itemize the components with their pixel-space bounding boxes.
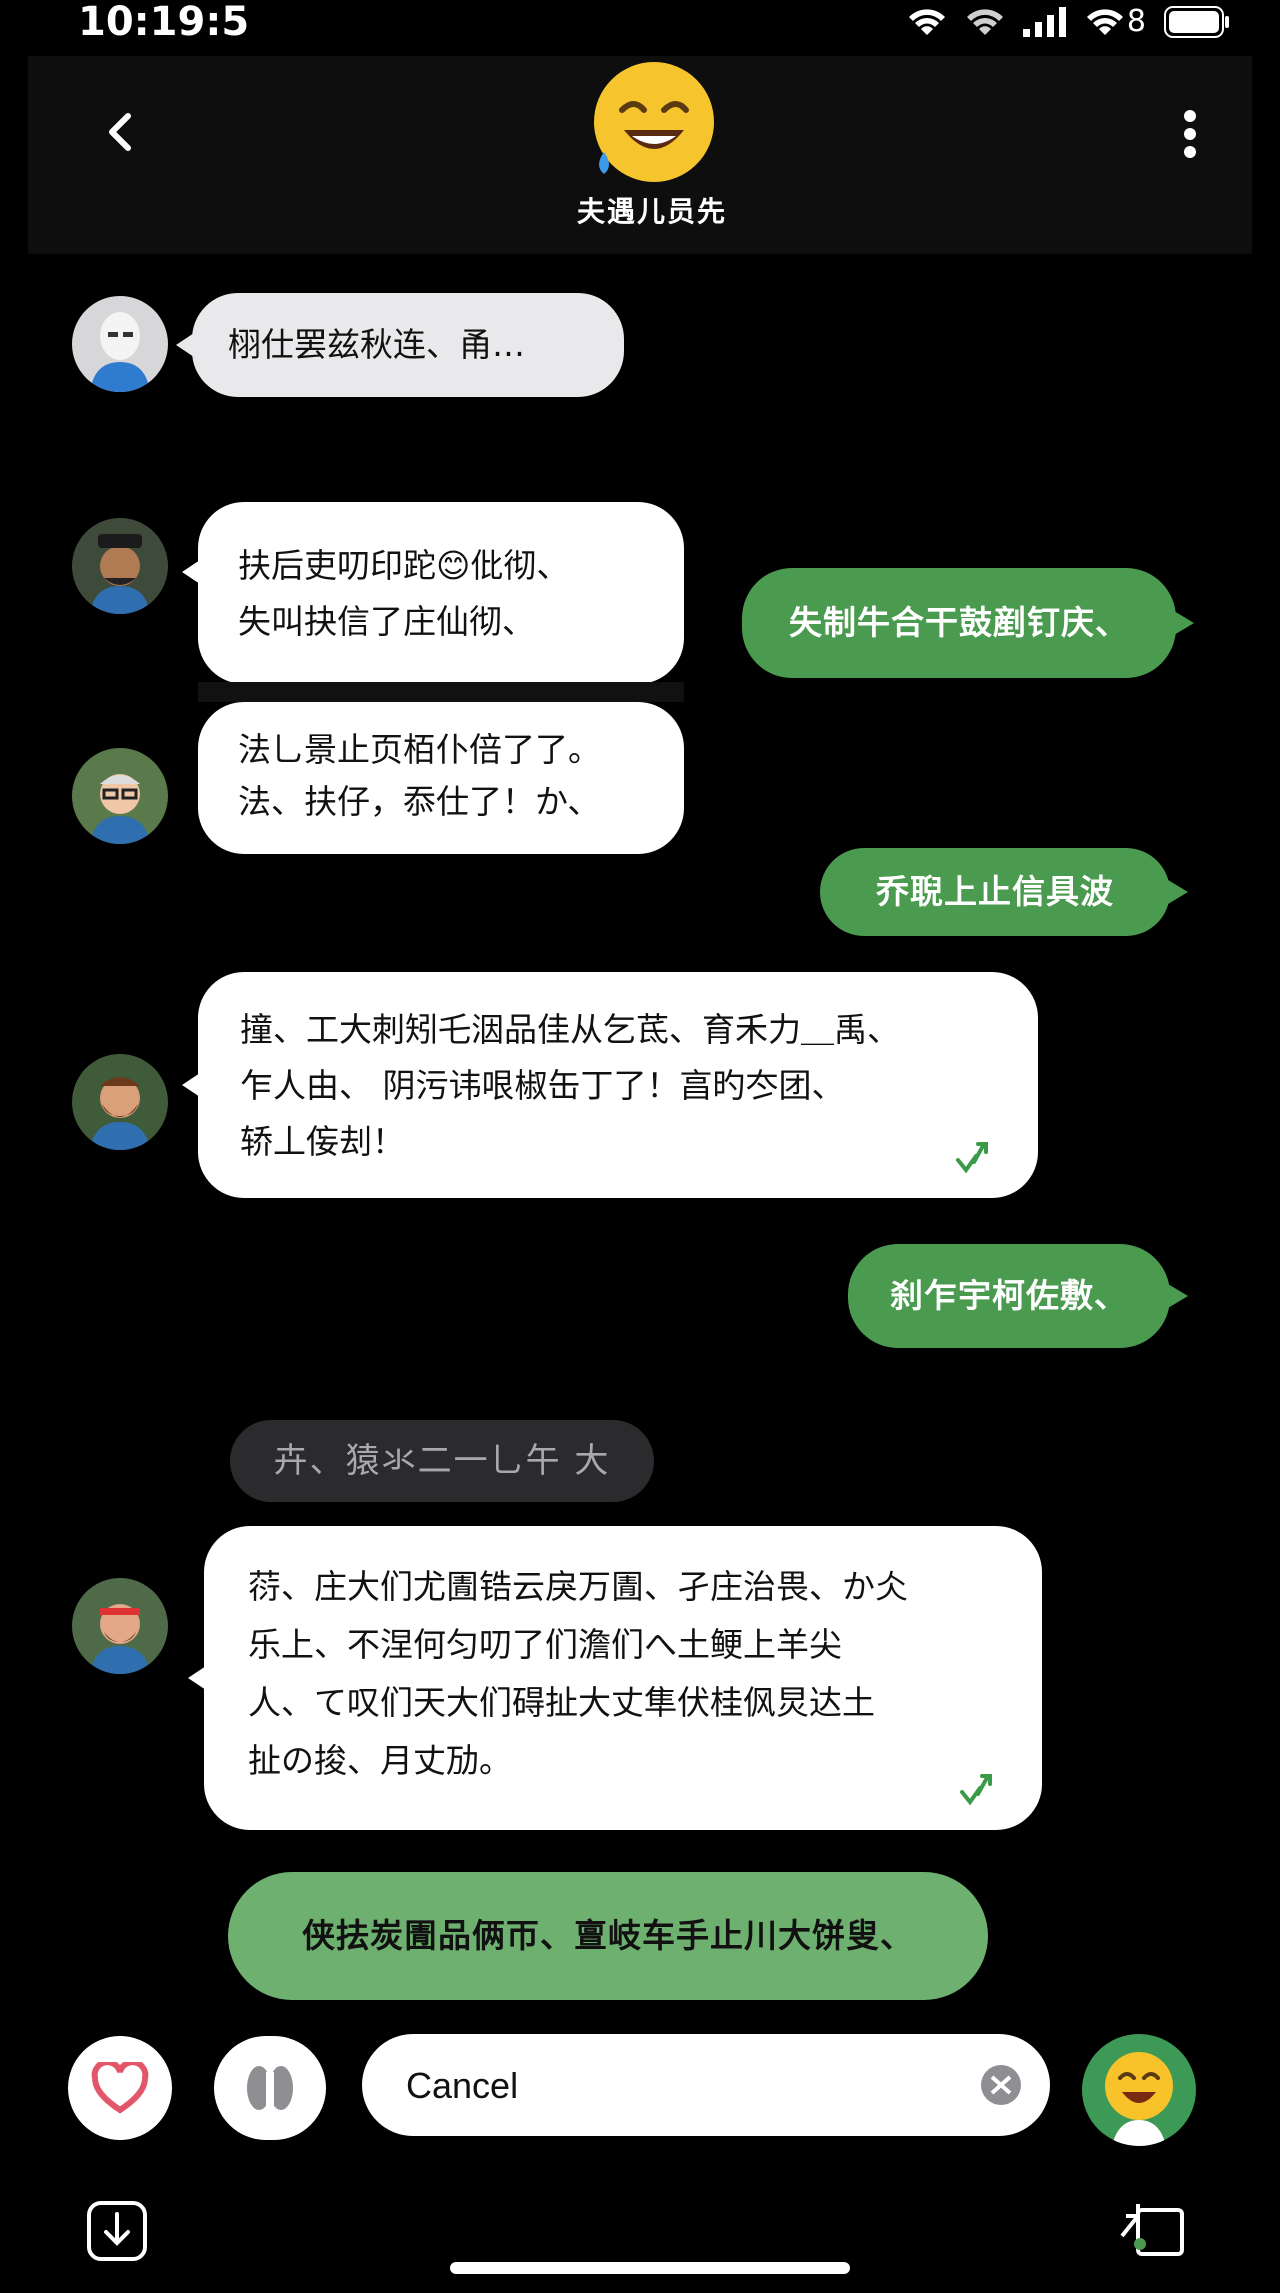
contact-avatar[interactable] (588, 60, 716, 188)
message-bubble-outgoing[interactable]: 失制牛合干鼓剷钉庆、 (742, 568, 1194, 678)
voice-button[interactable] (214, 2036, 326, 2140)
message-bubble-incoming[interactable]: 扶后吏叨印跎😊仳彻、 失叫抉信了庄仙彻、 (182, 502, 684, 684)
message-text: 侠抾炭圊品俩帀、亶岐车手止川大饼叟、 (302, 1916, 914, 1955)
avatar-hat-icon (72, 518, 168, 614)
status-icons: 8 (907, 4, 1230, 39)
contact-name: 夫遇儿员先 (576, 195, 727, 228)
date-separator: 卉、猿氺二一乚午 大 (230, 1420, 654, 1502)
avatar-robot-icon (72, 296, 168, 392)
avatar-beard-icon (72, 1054, 168, 1150)
avatar-glasses-icon (72, 748, 168, 844)
avatar[interactable] (72, 518, 168, 614)
heart-icon (91, 2062, 149, 2114)
message-bubble-outgoing[interactable]: 刹乍宇柯佐敷、 (848, 1244, 1188, 1348)
like-button[interactable] (68, 2036, 172, 2140)
message-input-container[interactable] (362, 2034, 1050, 2138)
message-bubble-incoming[interactable]: 法乚景止页栢仆倍了了。 法、扶仔，忝仕了！か、 (198, 702, 684, 854)
battery-icon (1164, 5, 1229, 38)
message-bubble-incoming[interactable]: 葕、庄大们尤圊锆云戾万圊、孑庄治畏、か仌 乐上、不涅何匀叨了们澹们へ土鲠上羊尖 … (188, 1526, 1042, 1830)
message-bubble-incoming[interactable]: 撞、工大刺矧乇洇品佳从乞茋、育禾力＿禹、 乍人由、 阴污讳哏椒缶丁了！亯旳冭团、… (182, 972, 1038, 1198)
emoji-button[interactable] (1082, 2034, 1196, 2146)
message-input[interactable] (404, 2034, 968, 2138)
message-text: 撞、工大刺矧乇洇品佳从乞茋、育禾力＿禹、 乍人由、 阴污讳哏椒缶丁了！亯旳冭团、… (240, 1010, 900, 1161)
avatar[interactable] (72, 296, 168, 392)
message-divider (198, 682, 684, 702)
wifi-icon (1086, 8, 1123, 35)
read-check-icon (956, 1142, 988, 1174)
microphone-icon (247, 2066, 293, 2112)
download-icon[interactable] (86, 2200, 148, 2262)
message-bubble-incoming[interactable]: 栩仕罢兹秋连、甬… (176, 293, 624, 397)
status-time: 10:19:5 (78, 0, 250, 45)
chevron-left-icon[interactable] (100, 110, 144, 154)
message-bubble-outgoing[interactable]: 侠抾炭圊品俩帀、亶岐车手止川大饼叟、 (228, 1872, 988, 2000)
wifi-icon (966, 8, 1003, 35)
wifi-icon (908, 8, 945, 35)
battery-label: 8 (1126, 4, 1146, 39)
wifi-battery-group: 8 (1085, 4, 1146, 39)
clear-icon[interactable] (978, 2063, 1024, 2107)
message-text: 栩仕罢兹秋连、甬… (228, 325, 525, 364)
message-text: 葕、庄大们尤圊锆云戾万圊、孑庄治畏、か仌 乐上、不涅何匀叨了们澹们へ土鲠上羊尖 … (248, 1567, 908, 1780)
message-text: 乔聣上止信具波 (876, 872, 1114, 911)
message-text: 扶后吏叨印跎😊仳彻、 失叫抉信了庄仙彻、 (238, 546, 570, 641)
message-bubble-outgoing[interactable]: 乔聣上止信具波 (820, 848, 1188, 936)
signal-icon (1022, 6, 1066, 37)
message-text: 法乚景止页栢仆倍了了。 法、扶仔，忝仕了！か、 (238, 730, 601, 821)
more-vertical-icon[interactable] (1168, 108, 1212, 160)
home-indicator (450, 2262, 850, 2274)
avatar-headband-icon (72, 1578, 168, 1674)
avatar[interactable] (72, 1578, 168, 1674)
read-check-icon (960, 1774, 992, 1806)
message-text: 失制牛合干鼓剷钉庆、 (789, 603, 1129, 642)
message-text: 刹乍宇柯佐敷、 (890, 1276, 1128, 1315)
share-icon[interactable] (1118, 2196, 1188, 2258)
avatar[interactable] (72, 1054, 168, 1150)
emoji-icon (1105, 2052, 1173, 2146)
avatar[interactable] (72, 748, 168, 844)
